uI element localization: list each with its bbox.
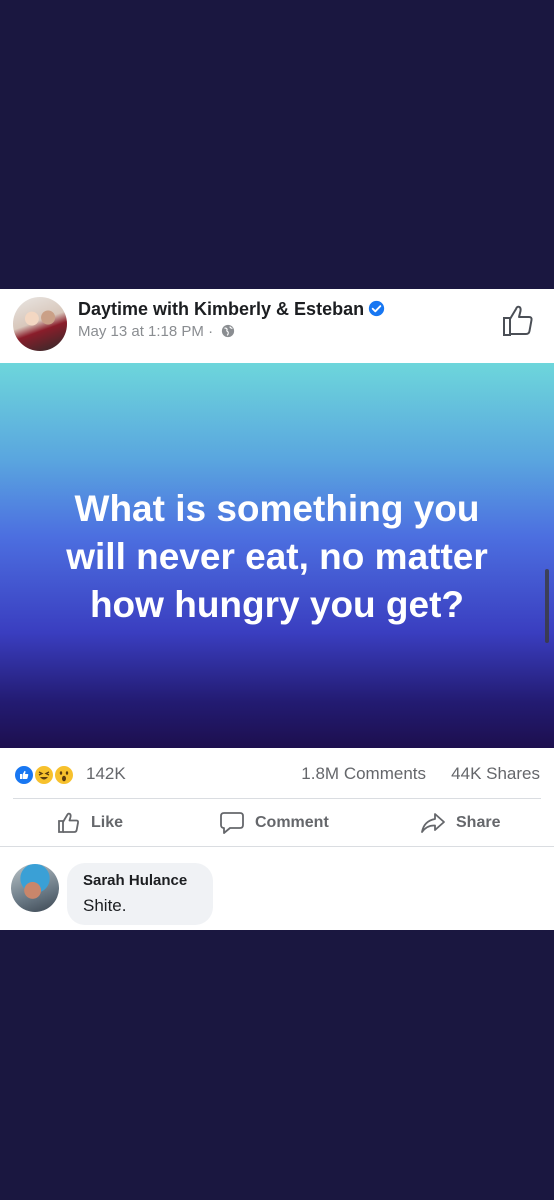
verified-badge-icon [368,300,385,322]
meta-separator: · [203,323,218,340]
share-icon [421,812,445,833]
wow-reaction-icon [53,764,75,786]
comment-button[interactable]: Comment [219,799,329,846]
post-stats: 142K 1.8M Comments 44K Shares [0,748,554,798]
reaction-count[interactable]: 142K [86,764,126,784]
scrollbar[interactable] [545,569,549,643]
comment-bubble[interactable]: Sarah Hulance Shite. [67,863,213,925]
page-avatar[interactable] [13,297,67,351]
shares-count[interactable]: 44K Shares [451,764,540,784]
like-reaction-icon [13,764,35,786]
banner-text: What is something you will never eat, no… [66,488,488,625]
comment-icon [220,811,244,834]
comment-label: Comment [255,813,329,831]
post-card: Daytime with Kimberly & Esteban May 13 a… [0,289,554,930]
share-button[interactable]: Share [420,799,500,846]
thumbs-up-icon [58,812,79,833]
like-label: Like [91,813,124,831]
page-name-link[interactable]: Daytime with Kimberly & Esteban [78,299,385,322]
post-timestamp[interactable]: May 13 at 1:18 PM [78,323,204,340]
page-name[interactable]: Daytime with Kimberly & Esteban [78,299,364,319]
haha-reaction-icon [33,764,55,786]
like-button[interactable]: Like [57,799,123,846]
comment-text: Shite. [83,896,127,915]
divider [0,846,554,847]
reaction-icons[interactable] [13,764,83,786]
comment-author[interactable]: Sarah Hulance [83,872,187,889]
post-banner[interactable]: What is something you will never eat, no… [0,363,554,748]
action-bar: Like Comment Share [0,799,554,846]
post-meta: May 13 at 1:18 PM · [78,323,235,342]
comments-count[interactable]: 1.8M Comments [301,764,426,784]
post-header: Daytime with Kimberly & Esteban May 13 a… [0,289,554,363]
commenter-avatar[interactable] [11,864,59,912]
share-label: Share [456,813,501,831]
like-page-icon[interactable] [500,303,536,339]
comment-item: Sarah Hulance Shite. [0,857,554,927]
globe-icon [221,324,235,342]
